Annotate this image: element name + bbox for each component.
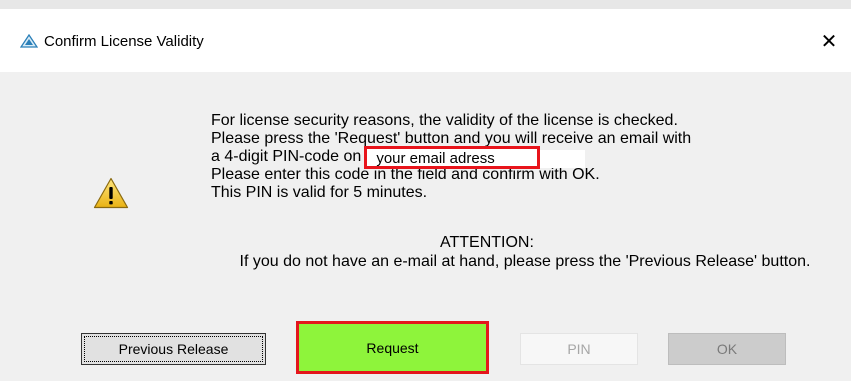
message-text: For license security reasons, the validi… bbox=[211, 112, 691, 202]
license-dialog: Confirm License Validity ✕ For license s… bbox=[0, 0, 851, 381]
email-highlight-box: your email adress bbox=[364, 146, 541, 169]
attention-heading: ATTENTION: bbox=[440, 234, 534, 251]
close-button[interactable]: ✕ bbox=[812, 24, 846, 58]
previous-release-button[interactable]: Previous Release bbox=[81, 333, 266, 365]
close-icon: ✕ bbox=[820, 30, 838, 53]
email-field: your email adress bbox=[364, 146, 586, 169]
delta-triangle-icon bbox=[20, 34, 38, 48]
request-button[interactable]: Request bbox=[296, 321, 489, 374]
title-bar: Confirm License Validity ✕ bbox=[0, 9, 851, 72]
pin-code-prefix: a 4-digit PIN-code on bbox=[211, 148, 362, 165]
pin-button[interactable]: PIN bbox=[520, 333, 638, 365]
ok-button[interactable]: OK bbox=[668, 333, 786, 365]
window-title: Confirm License Validity bbox=[44, 33, 204, 50]
message-line-1: For license security reasons, the validi… bbox=[211, 112, 678, 129]
warning-icon bbox=[93, 177, 129, 209]
message-line-3: a 4-digit PIN-code on your email adress bbox=[211, 146, 691, 169]
message-line-5: This PIN is valid for 5 minutes. bbox=[211, 184, 428, 201]
attention-message: If you do not have an e-mail at hand, pl… bbox=[239, 253, 811, 270]
window-top-edge bbox=[0, 0, 851, 9]
email-address: your email adress bbox=[376, 150, 495, 167]
